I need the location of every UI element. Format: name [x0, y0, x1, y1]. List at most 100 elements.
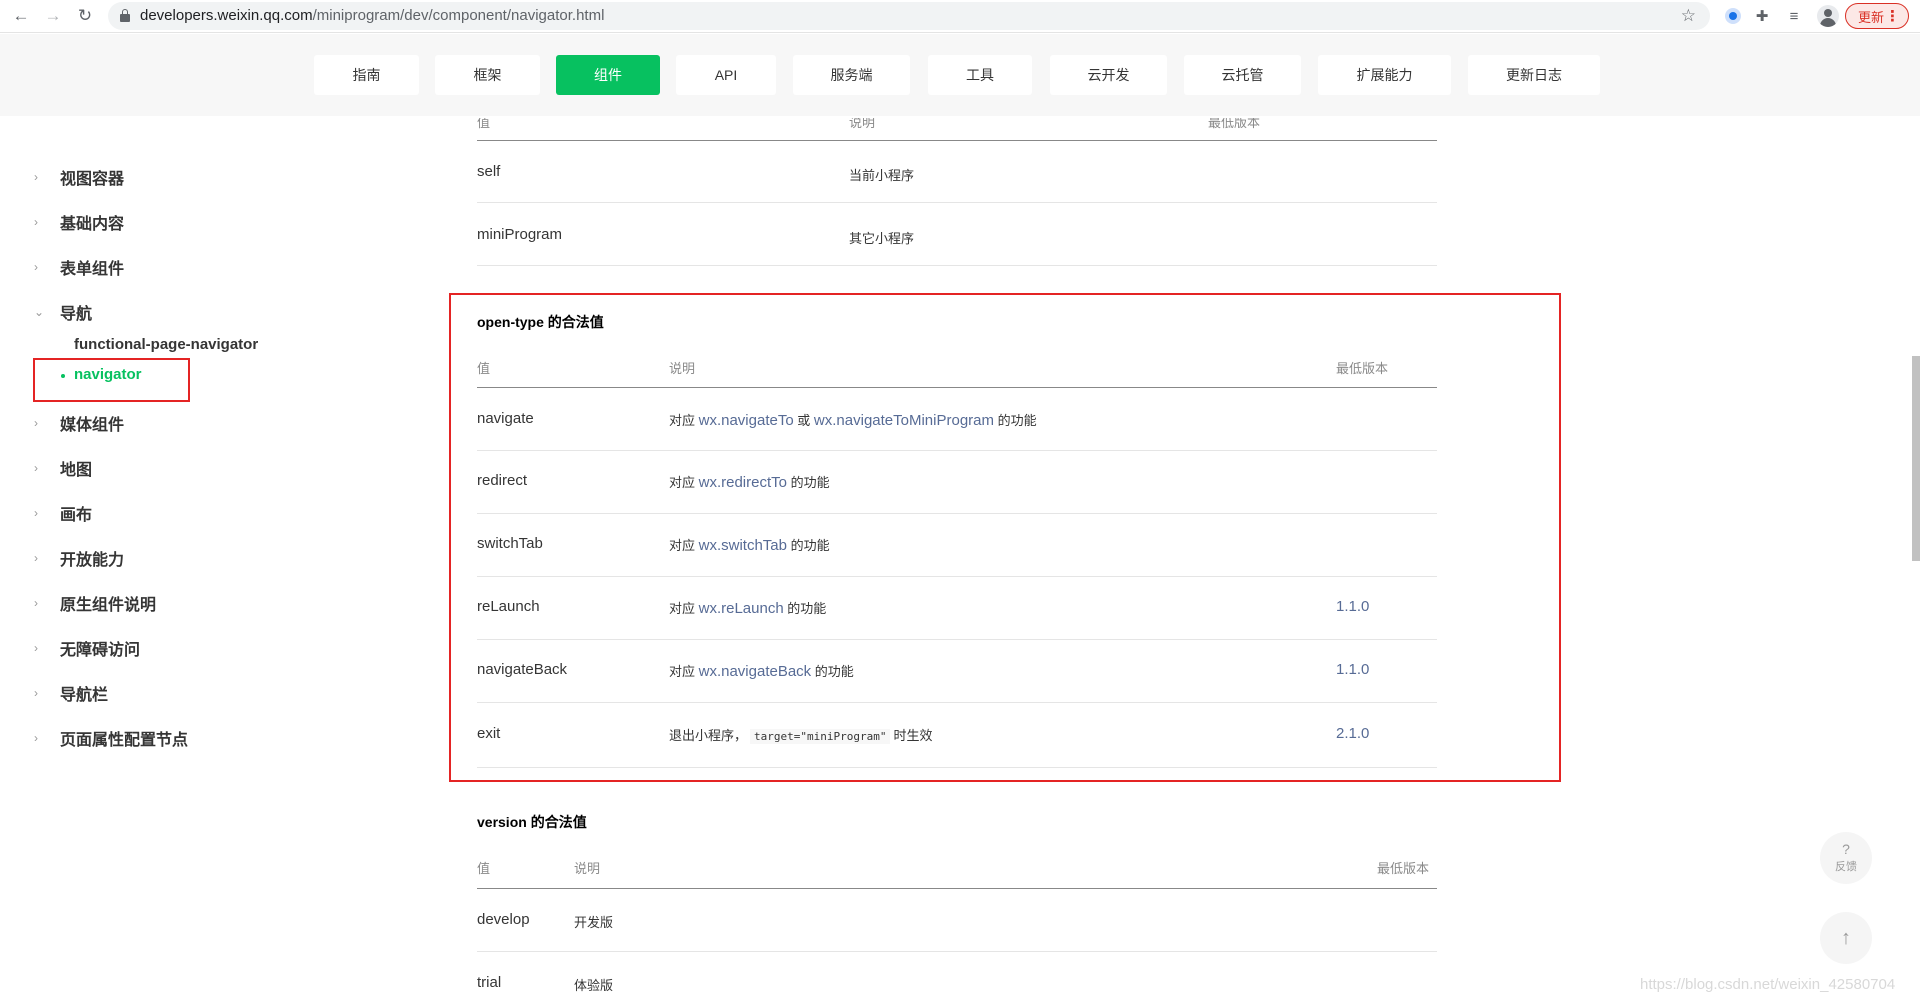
table-cell-desc: 对应 wx.navigateTo 或 wx.navigateToMiniProg… [669, 412, 1037, 429]
puzzle-icon[interactable]: ✚ [1752, 6, 1772, 26]
table-header-version: 最低版本 [1336, 361, 1389, 376]
tab-cloud-host[interactable]: 云托管 [1184, 55, 1301, 95]
chevron-right-icon: › [34, 506, 38, 520]
chevron-right-icon: › [34, 686, 38, 700]
sidebar-item-native-component[interactable]: › 原生组件说明 [34, 591, 156, 615]
lock-icon [120, 9, 130, 22]
tab-cloud-dev[interactable]: 云开发 [1050, 55, 1167, 95]
table-cell-value: trial [477, 974, 502, 991]
sidebar-item-navigation[interactable]: ⌄ 导航 [34, 300, 92, 324]
table-row-divider [477, 639, 1437, 640]
table-header-divider [477, 888, 1437, 889]
question-icon: ? [1842, 841, 1850, 857]
sidebar-item-open-capability[interactable]: › 开放能力 [34, 546, 124, 570]
chevron-right-icon: › [34, 461, 38, 475]
sidebar-item-map[interactable]: › 地图 [34, 456, 92, 480]
reload-icon[interactable]: ↻ [74, 5, 96, 27]
sidebar-item-canvas[interactable]: › 画布 [34, 501, 92, 525]
sidebar-item-form[interactable]: › 表单组件 [34, 255, 124, 279]
table-cell-desc: 对应 wx.navigateBack 的功能 [669, 663, 854, 680]
star-icon[interactable]: ☆ [1681, 6, 1696, 26]
sidebar-item-navbar[interactable]: › 导航栏 [34, 681, 108, 705]
section-title-open-type: open-type 的合法值 [477, 314, 604, 330]
table-cell-value: redirect [477, 472, 528, 489]
table-cell-desc: 对应 wx.reLaunch 的功能 [669, 600, 827, 617]
table-cell-version[interactable]: 1.1.0 [1336, 661, 1369, 678]
watermark: https://blog.csdn.net/weixin_42580704 [1640, 976, 1896, 993]
address-bar[interactable]: developers.weixin.qq.com/miniprogram/dev… [108, 2, 1710, 30]
link-navigate-to-mini-program[interactable]: wx.navigateToMiniProgram [814, 412, 994, 429]
table-cell-desc: 退出小程序， target="miniProgram" 时生效 [669, 728, 933, 744]
table-row-divider [477, 513, 1437, 514]
chevron-right-icon: › [34, 731, 38, 745]
table-row-divider [477, 576, 1437, 577]
table-header-value: 值 [477, 861, 491, 876]
table-cell-desc: 其它小程序 [849, 231, 915, 246]
link-navigate-to[interactable]: wx.navigateTo [699, 412, 794, 429]
tab-api[interactable]: API [676, 55, 776, 95]
table-cell-desc: 体验版 [574, 978, 614, 993]
sidebar-item-view-container[interactable]: › 视图容器 [34, 165, 124, 189]
browser-toolbar: ← → ↻ developers.weixin.qq.com/miniprogr… [0, 0, 1920, 33]
link-relaunch[interactable]: wx.reLaunch [699, 600, 784, 617]
table-cell-desc: 当前小程序 [849, 168, 915, 183]
table-cell-version[interactable]: 2.1.0 [1336, 725, 1369, 742]
table-cell-version[interactable]: 1.1.0 [1336, 598, 1369, 615]
more-icon[interactable]: ⋮ [1885, 7, 1900, 25]
top-navigation: 指南 框架 组件 API 服务端 工具 云开发 云托管 扩展能力 更新日志 [0, 34, 1920, 116]
table-cell-value: exit [477, 725, 501, 742]
table-row-divider [477, 265, 1437, 266]
forward-icon[interactable]: → [42, 5, 64, 27]
update-button[interactable]: 更新 ⋮ [1845, 3, 1909, 29]
chevron-right-icon: › [34, 551, 38, 565]
table-row-divider [477, 767, 1437, 768]
arrow-up-icon: ↑ [1841, 926, 1851, 949]
table-row-divider [477, 450, 1437, 451]
table-cell-value: self [477, 163, 501, 180]
table-cell-value: navigateBack [477, 661, 568, 678]
link-navigate-back[interactable]: wx.navigateBack [699, 663, 812, 680]
sidebar-item-accessibility[interactable]: › 无障碍访问 [34, 636, 140, 660]
tab-components[interactable]: 组件 [556, 55, 660, 95]
table-cell-value: miniProgram [477, 226, 563, 243]
tab-framework[interactable]: 框架 [435, 55, 540, 95]
table-header-value: 值 [477, 361, 491, 376]
table-header-version: 最低版本 [1377, 861, 1430, 876]
chevron-right-icon: › [34, 170, 38, 184]
extension-icon[interactable] [1725, 8, 1741, 24]
back-to-top-button[interactable]: ↑ [1820, 912, 1872, 964]
chevron-right-icon: › [34, 641, 38, 655]
tab-extensions[interactable]: 扩展能力 [1318, 55, 1451, 95]
sidebar-subitem-functional-page-navigator[interactable]: functional-page-navigator [74, 336, 258, 353]
table-cell-value: navigate [477, 410, 534, 427]
inline-code: target="miniProgram" [750, 729, 891, 744]
table-cell-desc: 开发版 [574, 915, 614, 930]
back-icon[interactable]: ← [10, 5, 32, 27]
highlight-box-open-type [449, 293, 1561, 782]
link-switch-tab[interactable]: wx.switchTab [699, 537, 787, 554]
chevron-right-icon: › [34, 416, 38, 430]
table-header-desc: 说明 [574, 861, 601, 876]
link-redirect-to[interactable]: wx.redirectTo [699, 474, 787, 491]
tab-server[interactable]: 服务端 [793, 55, 910, 95]
feedback-button[interactable]: ? 反馈 [1820, 832, 1872, 884]
section-title-version: version 的合法值 [477, 814, 587, 830]
profile-icon[interactable] [1817, 5, 1839, 27]
scrollbar[interactable] [1912, 356, 1920, 561]
table-cell-desc: 对应 wx.switchTab 的功能 [669, 537, 830, 554]
sidebar-item-basic-content[interactable]: › 基础内容 [34, 210, 124, 234]
sidebar-item-media[interactable]: › 媒体组件 [34, 411, 124, 435]
table-cell-value: reLaunch [477, 598, 540, 615]
url-text[interactable]: developers.weixin.qq.com/miniprogram/dev… [140, 7, 604, 24]
chevron-right-icon: › [34, 215, 38, 229]
table-cell-value: develop [477, 911, 530, 928]
tab-guide[interactable]: 指南 [314, 55, 419, 95]
chevron-right-icon: › [34, 596, 38, 610]
tab-changelog[interactable]: 更新日志 [1468, 55, 1600, 95]
reading-list-icon[interactable]: ≡ [1784, 6, 1804, 26]
sidebar-item-page-meta[interactable]: › 页面属性配置节点 [34, 726, 188, 750]
table-row-divider [477, 951, 1437, 952]
table-cell-desc: 对应 wx.redirectTo 的功能 [669, 474, 830, 491]
chevron-right-icon: › [34, 260, 38, 274]
tab-tools[interactable]: 工具 [928, 55, 1032, 95]
